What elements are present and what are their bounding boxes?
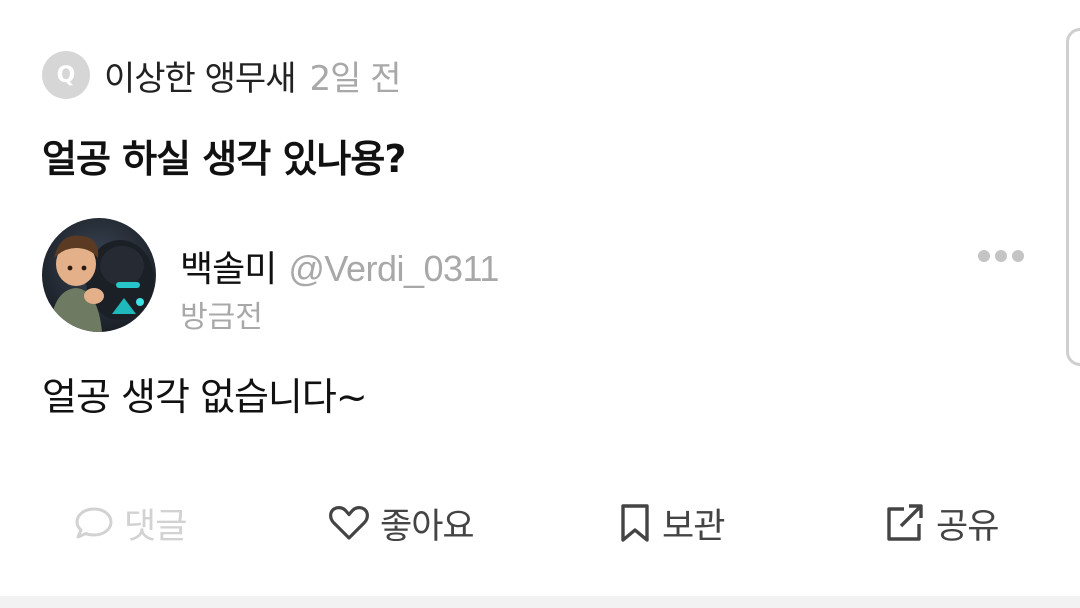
question-header: Q 이상한 앵무새 2일 전 — [42, 51, 402, 100]
heart-outline-icon — [329, 506, 369, 540]
more-dots-icon[interactable] — [978, 244, 1024, 268]
answer-time: 방금전 — [180, 300, 263, 335]
like-button[interactable]: 좋아요 — [328, 496, 475, 550]
question-title: 얼공 하실 생각 있나용? — [42, 137, 406, 181]
comment-button[interactable]: 댓글 — [74, 496, 187, 550]
share-external-icon — [887, 504, 923, 541]
bottom-divider — [0, 596, 1080, 608]
save-label: 보관 — [662, 506, 725, 547]
share-button[interactable]: 공유 — [884, 496, 999, 550]
answer-author-name[interactable]: 백솔미 — [180, 240, 277, 292]
question-badge-icon: Q — [42, 51, 90, 99]
answer-body: 얼공 생각 없습니다~ — [42, 375, 368, 419]
share-label: 공유 — [936, 506, 999, 547]
dot — [978, 250, 990, 262]
dot — [1012, 250, 1024, 262]
comment-label: 댓글 — [124, 506, 187, 547]
avatar-image — [42, 218, 156, 332]
dot — [995, 250, 1007, 262]
post-page: Q 이상한 앵무새 2일 전 얼공 하실 생각 있나용? 백솔미 @Verdi_… — [0, 0, 1080, 608]
answer-author-handle[interactable]: @Verdi_0311 — [288, 248, 499, 290]
save-button[interactable]: 보관 — [618, 496, 725, 550]
avatar[interactable] — [42, 218, 156, 332]
speech-bubble-icon — [75, 507, 113, 539]
scrollbar[interactable] — [1066, 28, 1080, 366]
answer-author-row: 백솔미 @Verdi_0311 — [180, 240, 499, 292]
question-asker[interactable]: 이상한 앵무새 — [104, 51, 296, 100]
like-label: 좋아요 — [380, 506, 475, 547]
bookmark-outline-icon — [621, 504, 649, 542]
question-time: 2일 전 — [309, 58, 402, 99]
